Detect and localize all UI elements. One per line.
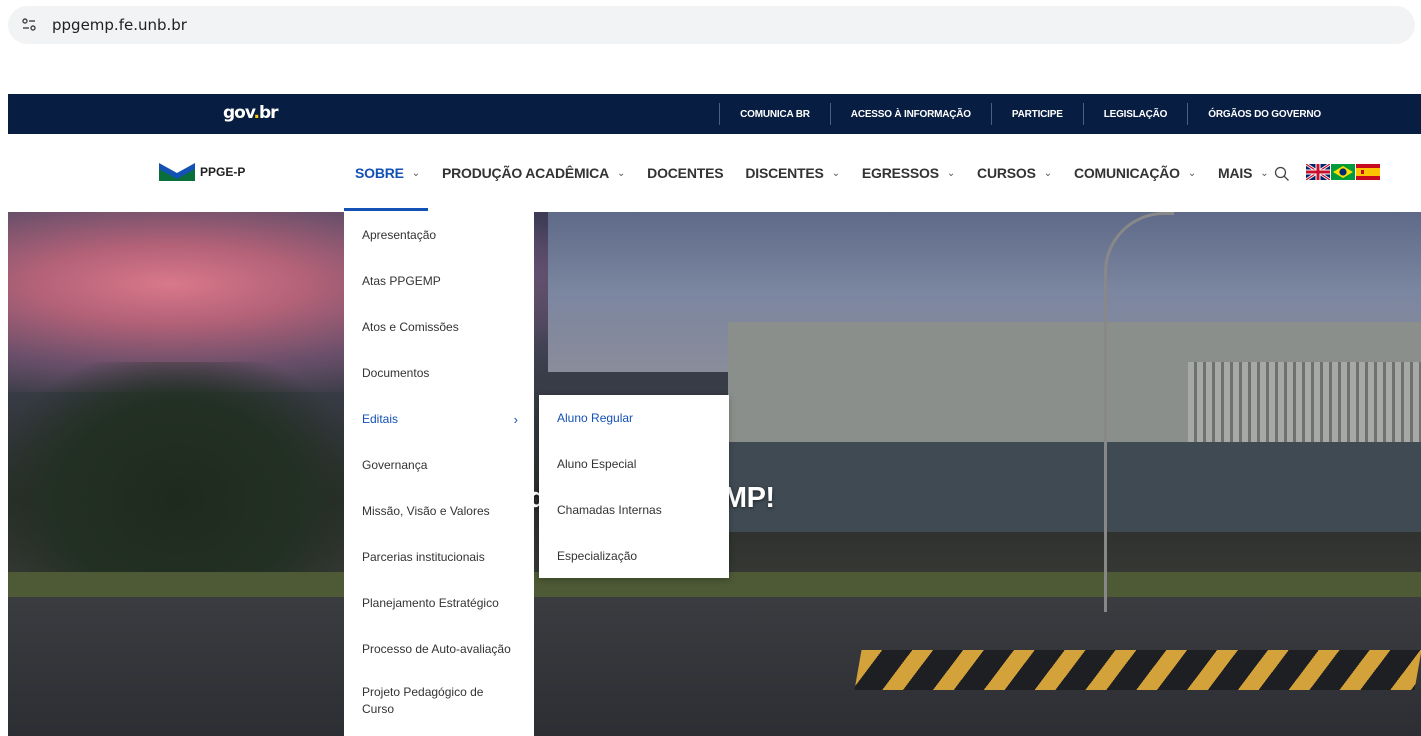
submenu-item-aluno-especial[interactable]: Aluno Especial [539,441,729,487]
dropdown-item-label: Projeto Pedagógico de Curso [362,685,484,716]
dropdown-item-label: Parcerias institucionais [362,549,485,564]
chevron-down-icon: ⌄ [1187,167,1197,179]
spanish-flag-icon[interactable] [1356,164,1380,180]
chevron-right-icon: › [513,411,518,427]
nav-item-label: CURSOS [977,165,1036,181]
submenu-item-especializacao[interactable]: Especialização [539,533,729,579]
govbr-logo[interactable]: gov.br [223,103,279,123]
submenu-item-aluno-regular[interactable]: Aluno Regular [539,395,729,441]
dropdown-item-label: Planejamento Estratégico [362,595,499,610]
site-brand[interactable]: PPGE-P [159,163,245,181]
dropdown-item-editais[interactable]: Editais › [344,396,534,442]
nav-item-docentes[interactable]: DOCENTES [647,165,723,181]
dropdown-item-label: Governança [362,457,428,472]
search-icon[interactable] [1274,166,1290,182]
unb-logo-icon [159,163,195,181]
nav-item-label: PRODUÇÃO ACADÊMICA [441,165,609,181]
nav-item-comunicacao[interactable]: COMUNICAÇÃO ⌄ [1074,165,1196,181]
govbr-bar: gov.br COMUNICA BR ACESSO À INFORMAÇÃO P… [8,94,1421,134]
language-selector [1306,164,1380,180]
hero-building-lower [728,442,1421,532]
url-text: ppgemp.fe.unb.br [52,16,187,34]
nav-item-label: COMUNICAÇÃO [1073,165,1180,181]
nav-item-label: DOCENTES [647,165,724,181]
nav-item-label: SOBRE [355,165,404,181]
dropdown-item-atas[interactable]: Atas PPGEMP [344,258,534,304]
dropdown-item-label: Documentos [362,365,430,380]
dropdown-item-label: Missão, Visão e Valores [362,503,490,518]
hero-streetlamp [1104,212,1174,612]
dropdown-item-label: Editais [362,411,399,426]
dropdown-item-projeto-pedagogico[interactable]: Projeto Pedagógico de Curso [344,672,534,730]
chevron-down-icon: ⌄ [616,167,626,179]
nav-item-label: MAIS [1218,165,1253,181]
nav-item-egressos[interactable]: EGRESSOS ⌄ [862,165,955,181]
dropdown-item-governanca[interactable]: Governança [344,442,534,488]
nav-item-producao-academica[interactable]: PRODUÇÃO ACADÊMICA ⌄ [442,165,625,181]
dropdown-item-missao[interactable]: Missão, Visão e Valores [344,488,534,534]
govbr-link-participe[interactable]: PARTICIPE [992,109,1083,120]
dropdown-item-label: Apresentação [362,227,437,242]
nav-item-sobre[interactable]: SOBRE ⌄ [355,165,420,181]
dropdown-item-label: Atos e Comissões [362,319,459,334]
main-navigation: PPGE-P SOBRE ⌄ PRODUÇÃO ACADÊMICA ⌄ DOCENT… [8,134,1421,212]
govbr-links: COMUNICA BR ACESSO À INFORMAÇÃO PARTICIP… [719,94,1421,134]
dropdown-item-label: Processo de Auto-avaliação [362,641,511,656]
portuguese-flag-icon[interactable] [1331,164,1355,180]
nav-item-cursos[interactable]: CURSOS ⌄ [977,165,1052,181]
editais-submenu: Aluno Regular Aluno Especial Chamadas In… [539,395,729,578]
dropdown-item-apresentacao[interactable]: Apresentação [344,212,534,258]
dropdown-item-parcerias[interactable]: Parcerias institucionais [344,534,534,580]
nav-item-label: DISCENTES [745,165,824,181]
sobre-dropdown-menu: Apresentação Atas PPGEMP Atos e Comissõe… [344,212,534,736]
govbr-link-legislacao[interactable]: LEGISLAÇÃO [1084,109,1188,120]
nav-item-discentes[interactable]: DISCENTES ⌄ [745,165,840,181]
chevron-down-icon: ⌄ [946,167,956,179]
dropdown-item-auto-avaliacao[interactable]: Processo de Auto-avaliação [344,626,534,672]
active-nav-indicator [344,208,428,211]
chevron-down-icon: ⌄ [1043,167,1052,179]
address-bar[interactable]: ppgemp.fe.unb.br [8,6,1415,44]
dropdown-item-atos-comissoes[interactable]: Atos e Comissões [344,304,534,350]
govbr-link-orgaos[interactable]: ÓRGÃOS DO GOVERNO [1188,109,1421,120]
brand-name: PPGE-P [200,165,246,179]
dropdown-item-planejamento[interactable]: Planejamento Estratégico [344,580,534,626]
govbr-link-comunica[interactable]: COMUNICA BR [720,109,830,120]
submenu-item-chamadas-internas[interactable]: Chamadas Internas [539,487,729,533]
govbr-link-acesso[interactable]: ACESSO À INFORMAÇÃO [831,109,991,120]
english-flag-icon[interactable] [1306,164,1330,180]
nav-item-mais[interactable]: MAIS ⌄ [1218,165,1269,181]
nav-menu: SOBRE ⌄ PRODUÇÃO ACADÊMICA ⌄ DOCENTES DISC… [355,162,1290,184]
nav-item-label: EGRESSOS [861,165,939,181]
hero-crosswalk [854,650,1421,690]
hero-trees [8,362,348,592]
chevron-down-icon: ⌄ [1260,167,1269,179]
chevron-down-icon: ⌄ [411,167,420,179]
dropdown-item-label: Atas PPGEMP [362,273,441,288]
site-info-icon[interactable] [20,16,38,34]
dropdown-item-documentos[interactable]: Documentos [344,350,534,396]
chevron-down-icon: ⌄ [831,167,840,179]
